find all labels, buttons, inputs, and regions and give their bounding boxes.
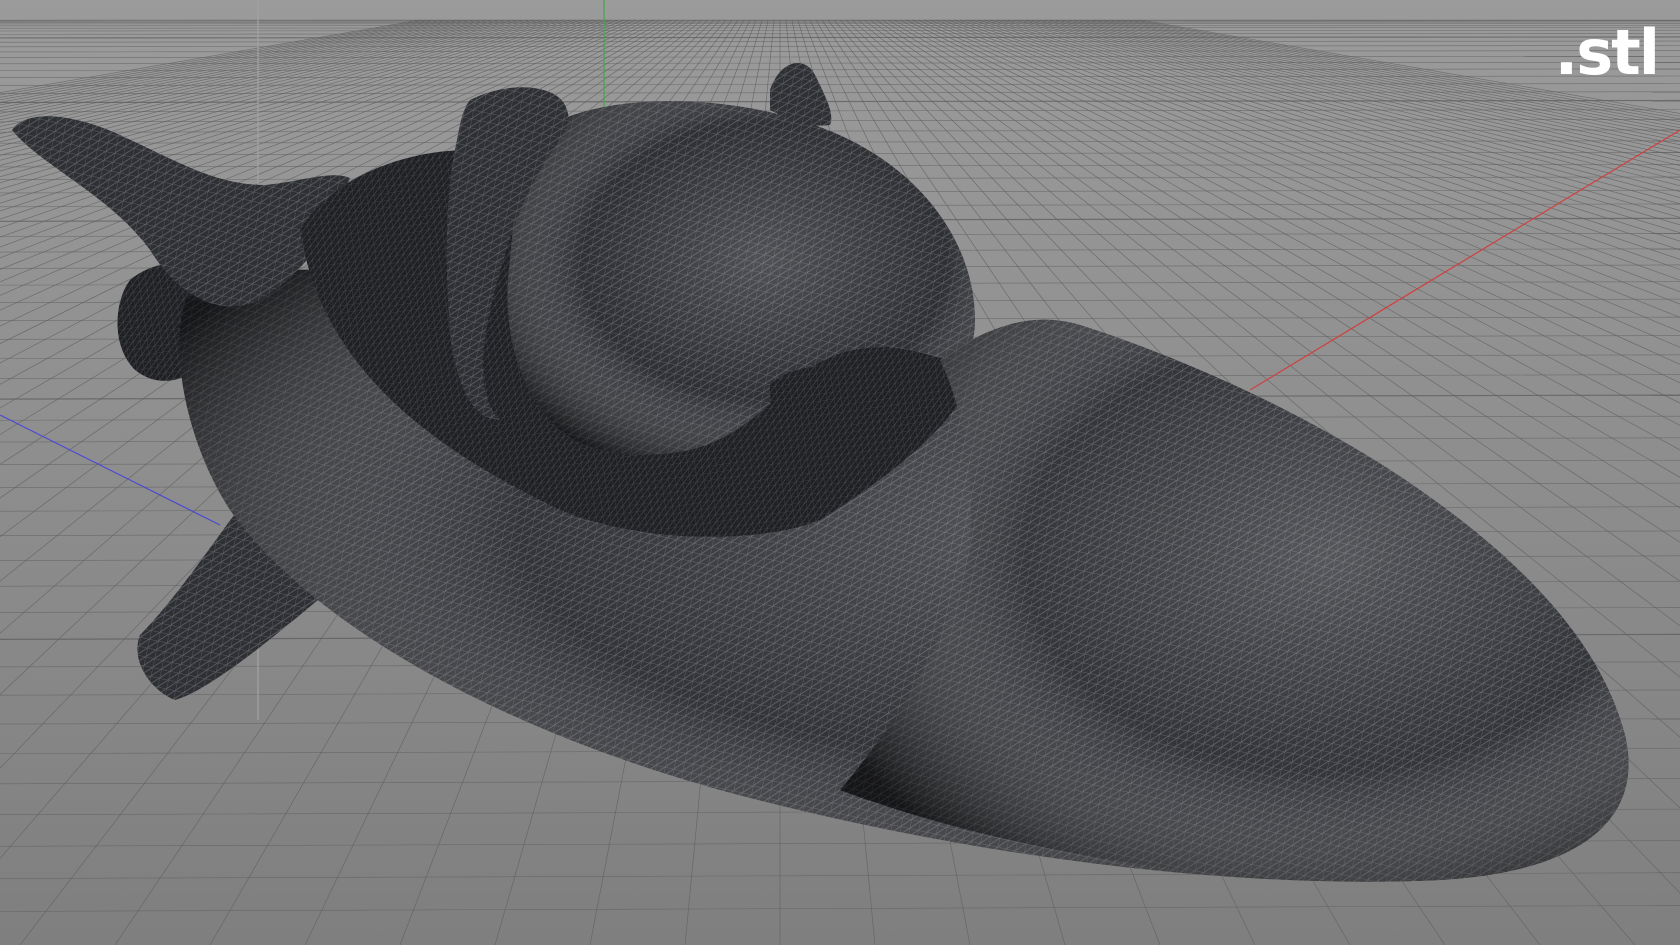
grid-line xyxy=(0,23,1680,25)
grid-line xyxy=(0,33,1680,35)
grid-line xyxy=(0,55,1680,58)
grid-line xyxy=(0,91,1680,94)
spaceship-mesh[interactable] xyxy=(12,63,1629,882)
grid-line xyxy=(0,119,1680,123)
grid-line xyxy=(0,129,1680,133)
grid-line xyxy=(0,36,1680,39)
grid-line xyxy=(0,40,1680,43)
scene-canvas[interactable] xyxy=(0,0,1680,945)
grid-line xyxy=(0,27,1680,29)
file-format-label: .stl xyxy=(1554,16,1660,89)
axis-x-line xyxy=(1249,129,1680,391)
grid-line xyxy=(0,99,1680,104)
3d-viewport[interactable]: .stl xyxy=(0,0,1680,945)
grid-line xyxy=(0,29,1680,32)
grid-line xyxy=(0,905,1680,912)
grid-line xyxy=(0,24,1680,27)
